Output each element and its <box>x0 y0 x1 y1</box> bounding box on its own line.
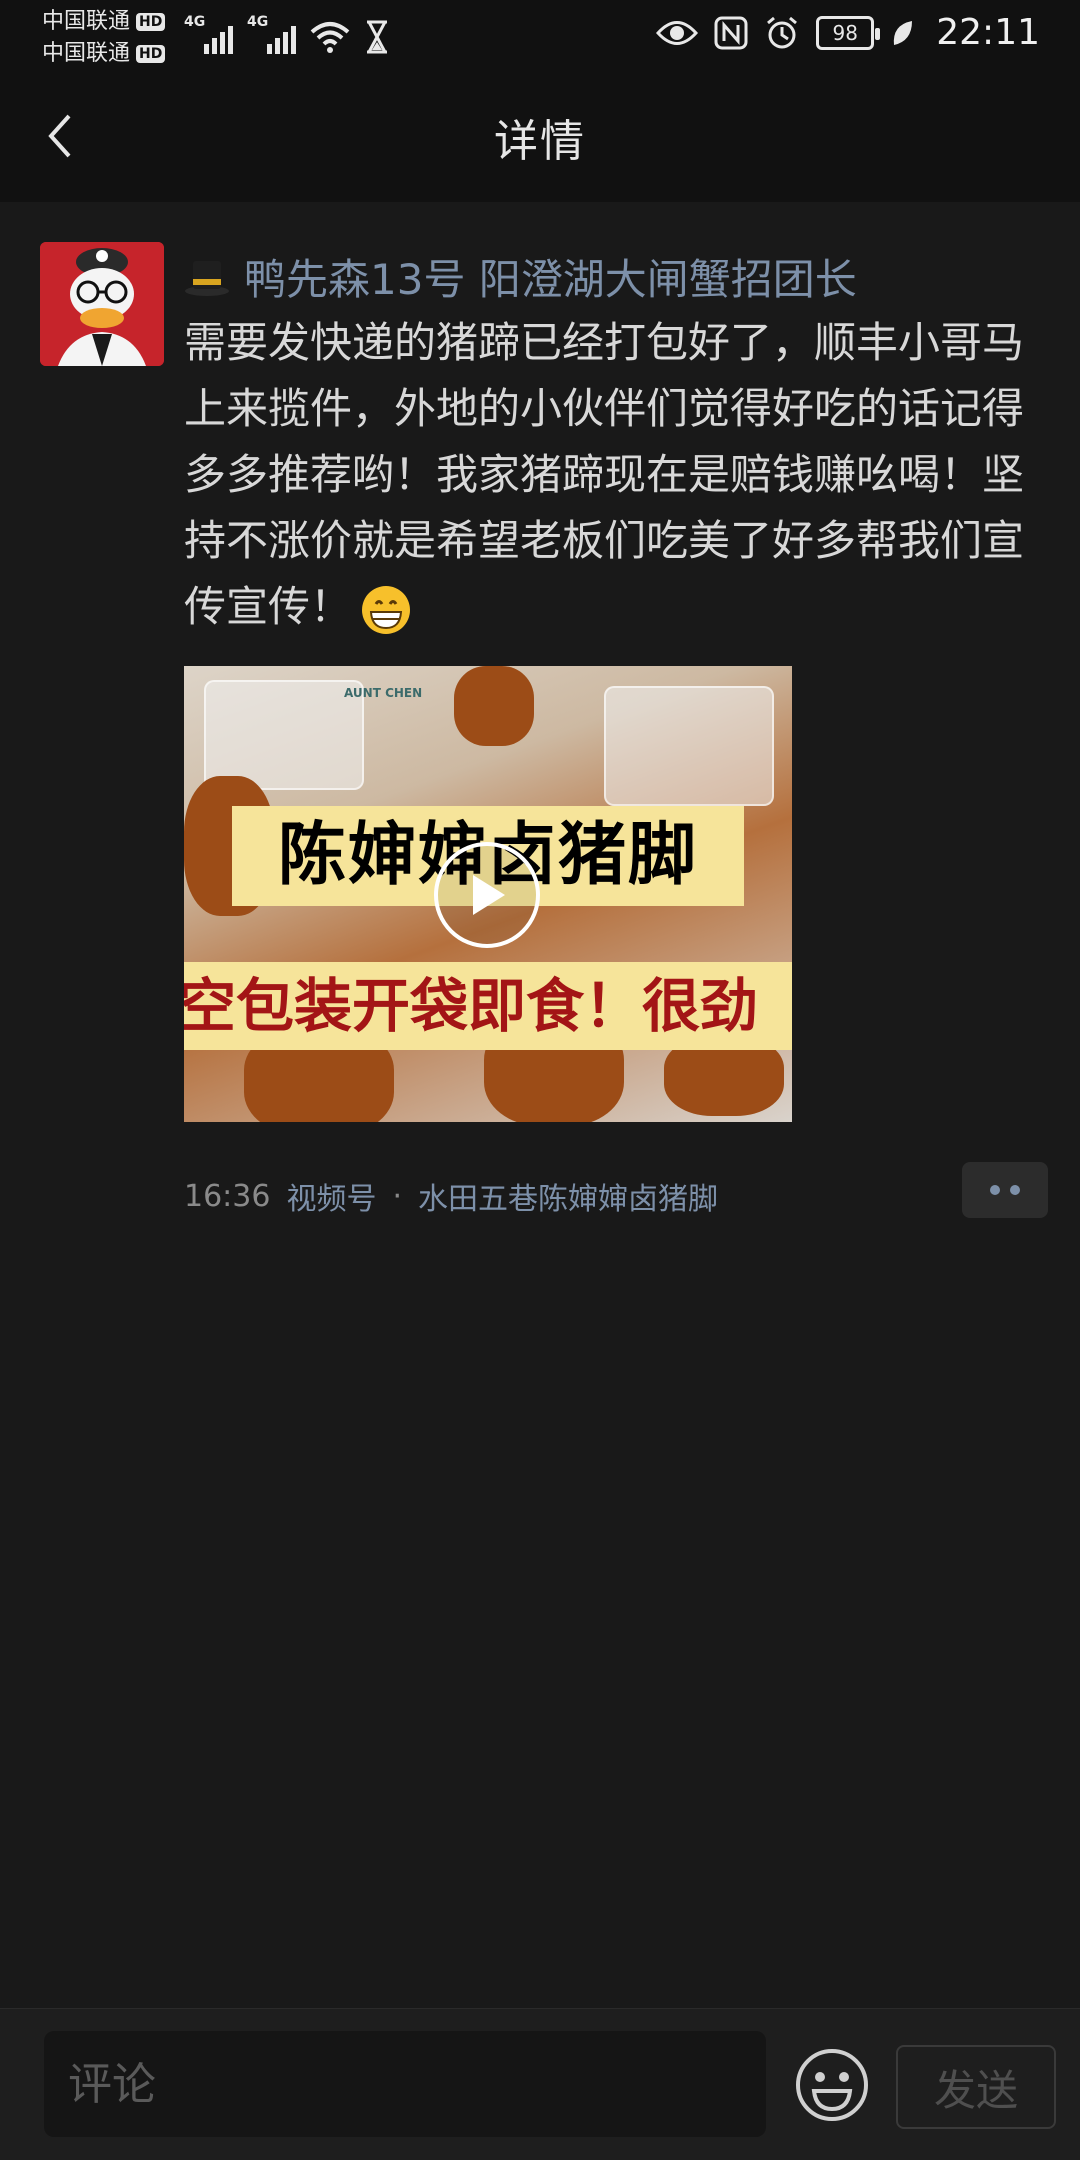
video-subtitle: 空包装开袋即食！很劲 <box>184 962 792 1050</box>
author-name[interactable]: 鸭先森13号 阳澄湖大闸蟹招团长 <box>244 246 857 307</box>
post-text: 需要发快递的猪蹄已经打包好了，顺丰小哥马上来揽件，外地的小伙伴们觉得好吃的话记得… <box>184 310 1024 640</box>
more-dots-icon[interactable] <box>962 1162 1048 1218</box>
carrier-1-label: 中国联通 <box>42 9 131 34</box>
clock: 22:11 <box>936 12 1040 53</box>
network-type-label: 4G <box>247 14 269 30</box>
carrier-2-label: 中国联通 <box>42 41 131 66</box>
comment-input[interactable] <box>44 2031 766 2137</box>
hd-badge: HD <box>136 45 166 63</box>
smiley-icon <box>796 2049 868 2121</box>
author-line: 鸭先森13号 阳澄湖大闸蟹招团长 <box>184 246 857 307</box>
emoji-button[interactable] <box>792 2045 872 2125</box>
post-meta: 16:36 视频号 · 水田五巷陈婶婶卤猪脚 <box>184 1174 718 1218</box>
play-icon <box>473 875 505 915</box>
post-body: 需要发快递的猪蹄已经打包好了，顺丰小哥马上来揽件，外地的小伙伴们觉得好吃的话记得… <box>184 318 1025 631</box>
carrier-info: 中国联通 HD 中国联通 HD <box>42 6 166 70</box>
battery-icon: 98 <box>816 15 881 50</box>
back-button[interactable] <box>30 106 90 166</box>
hd-badge: HD <box>136 13 166 31</box>
channel-name-link[interactable]: 水田五巷陈婶婶卤猪脚 <box>418 1174 718 1218</box>
chevron-left-icon <box>48 114 71 158</box>
battery-level: 98 <box>832 20 858 45</box>
signal-group: 4G 4G <box>184 14 390 54</box>
hourglass-icon <box>367 20 387 54</box>
video-thumbnail[interactable]: AUNT CHEN 陈婶婶卤猪脚 空包装开袋即食！很劲 <box>184 666 792 1122</box>
send-button[interactable]: 发送 <box>896 2045 1056 2129</box>
duck-avatar-icon <box>40 242 164 366</box>
signal-icon: 4G <box>184 14 233 54</box>
alarm-icon <box>767 16 798 48</box>
comment-bar: 发送 <box>0 2008 1080 2160</box>
wifi-icon <box>310 22 350 53</box>
eye-icon <box>656 20 699 45</box>
status-right: 98 22:11 <box>656 12 1040 53</box>
leaf-icon <box>894 20 913 45</box>
packaging-image <box>204 680 364 790</box>
top-hat-icon <box>185 260 229 296</box>
nfc-icon <box>714 16 748 49</box>
food-image <box>454 666 534 746</box>
signal-icon: 4G <box>247 14 296 54</box>
pack-label: AUNT CHEN <box>344 686 423 700</box>
nav-bar: 详情 <box>0 72 1080 202</box>
packaging-image <box>604 686 774 806</box>
channels-link[interactable]: 视频号 <box>286 1174 376 1218</box>
avatar[interactable] <box>40 242 164 366</box>
page-title: 详情 <box>494 116 586 167</box>
post-time: 16:36 <box>184 1178 271 1214</box>
meta-separator: · <box>392 1178 403 1214</box>
network-type-label: 4G <box>184 14 206 30</box>
status-bar: 中国联通 HD 中国联通 HD 4G 4G 98 22:11 <box>0 0 1080 72</box>
grinning-face-icon <box>362 585 411 634</box>
play-button[interactable] <box>434 842 540 948</box>
